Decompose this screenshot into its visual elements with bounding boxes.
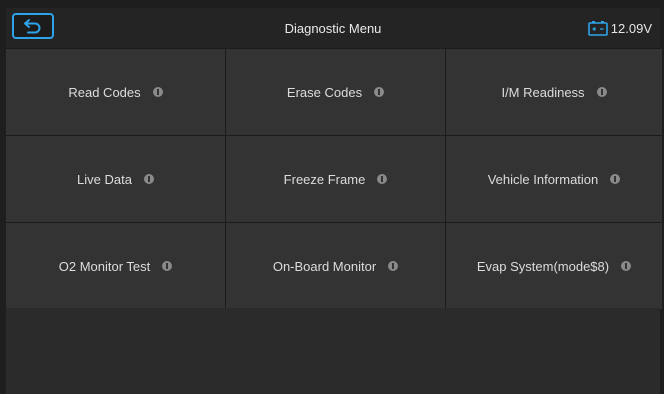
menu-grid: Read Codes Erase Codes I/M Readiness Liv… (6, 48, 662, 309)
menu-item-label: Vehicle Information (487, 171, 599, 187)
menu-item-o2-monitor-test[interactable]: O2 Monitor Test (6, 223, 225, 309)
menu-item-vehicle-information[interactable]: Vehicle Information (446, 136, 662, 222)
menu-item-freeze-frame[interactable]: Freeze Frame (226, 136, 445, 222)
info-icon[interactable] (377, 174, 388, 184)
battery-voltage: 12.09V (610, 20, 652, 36)
battery-status: 12.09V (587, 18, 652, 38)
menu-item-label: Evap System(mode$8) (476, 258, 610, 274)
info-icon[interactable] (621, 261, 632, 271)
menu-item-label: O2 Monitor Test (58, 258, 151, 274)
info-icon[interactable] (388, 261, 399, 271)
menu-item-on-board-monitor[interactable]: On-Board Monitor (226, 223, 445, 309)
info-icon[interactable] (143, 174, 154, 184)
menu-item-label: Erase Codes (286, 84, 363, 100)
empty-footer-area (6, 308, 660, 394)
back-button[interactable] (12, 13, 54, 39)
top-bar: Diagnostic Menu 12.09V (6, 8, 660, 48)
menu-item-read-codes[interactable]: Read Codes (6, 49, 225, 135)
menu-item-label: I/M Readiness (501, 84, 585, 100)
info-icon[interactable] (152, 87, 163, 97)
info-icon[interactable] (610, 174, 621, 184)
menu-item-erase-codes[interactable]: Erase Codes (226, 49, 445, 135)
info-icon[interactable] (596, 87, 607, 97)
menu-item-evap-system[interactable]: Evap System(mode$8) (446, 223, 662, 309)
info-icon[interactable] (162, 261, 173, 271)
menu-item-label: Freeze Frame (283, 171, 366, 187)
info-icon[interactable] (374, 87, 385, 97)
page-title: Diagnostic Menu (284, 20, 382, 36)
menu-item-live-data[interactable]: Live Data (6, 136, 225, 222)
diagnostic-screen: Diagnostic Menu 12.09V Read Codes Erase … (6, 8, 662, 394)
battery-icon (587, 21, 608, 36)
menu-item-im-readiness[interactable]: I/M Readiness (446, 49, 662, 135)
menu-item-label: Read Codes (68, 84, 141, 100)
back-arrow-icon (24, 19, 41, 34)
menu-item-label: Live Data (77, 171, 132, 187)
menu-item-label: On-Board Monitor (272, 258, 377, 274)
